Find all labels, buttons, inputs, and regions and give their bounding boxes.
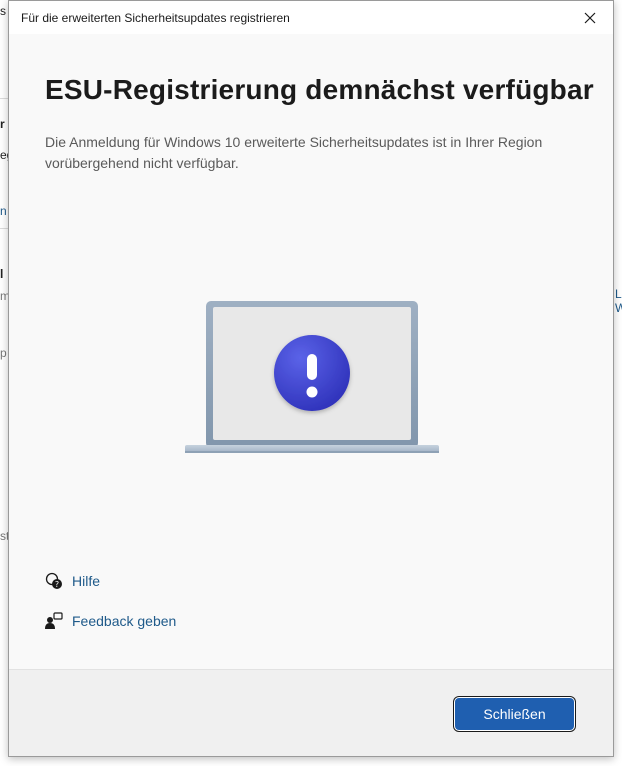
screen: s r eg n l m p st L W Für die erweiterte… [0,0,622,766]
background-fragment: m [0,289,8,303]
help-link-label: Hilfe [72,573,101,589]
background-fragment: p [0,346,7,360]
background-divider [0,98,8,99]
background-fragment: n [0,204,7,218]
feedback-icon [44,611,64,631]
window-title: Für die erweiterten Sicherheitsupdates r… [21,11,290,25]
close-button[interactable] [567,1,613,34]
background-fragment: s [0,4,6,18]
background-fragment: st [0,529,8,543]
esu-dialog: Für die erweiterten Sicherheitsupdates r… [8,0,614,757]
laptop-exclamation-icon [185,299,441,464]
close-dialog-button[interactable]: Schließen [455,698,574,730]
background-fragment: r [0,117,5,131]
background-divider [0,228,8,229]
close-icon [584,12,596,23]
page-title: ESU-Registrierung demnächst verfügbar [45,74,594,105]
feedback-link[interactable]: Feedback geben [44,611,176,631]
background-fragment: l [0,267,4,281]
background-fragment: L W [615,287,622,315]
help-link[interactable]: ? Hilfe [44,571,100,591]
description-text: Die Anmeldung für Windows 10 erweiterte … [45,134,543,171]
help-icon: ? [44,571,64,591]
background-fragment: eg [0,148,8,162]
title-bar: Für die erweiterten Sicherheitsupdates r… [9,1,613,34]
feedback-link-label: Feedback geben [72,613,177,629]
svg-text:?: ? [55,580,59,589]
